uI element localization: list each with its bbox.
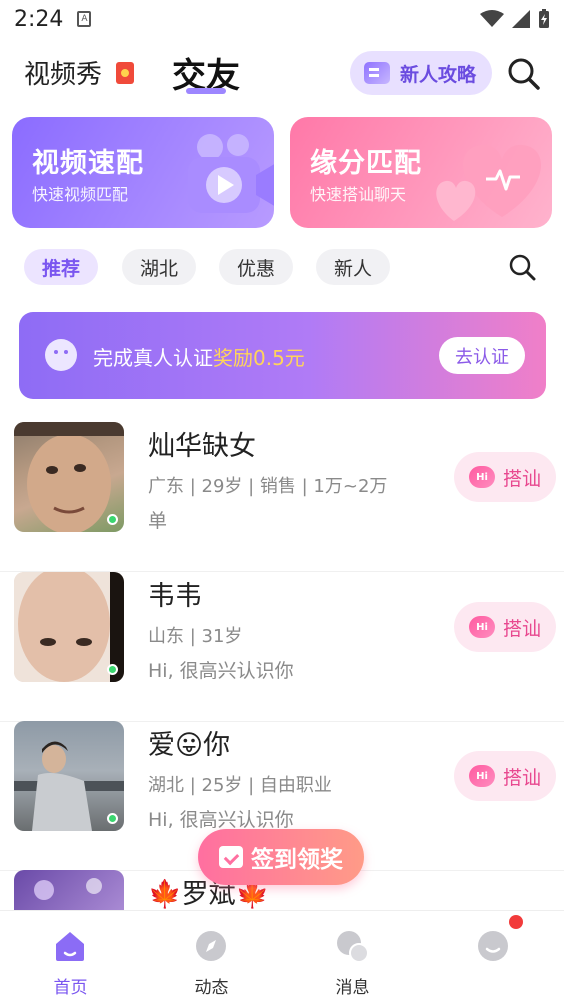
- search-icon[interactable]: [506, 56, 542, 92]
- status-bar: 2:24 A: [0, 0, 564, 38]
- nav-messages-label: 消息: [335, 978, 370, 998]
- user-name: 爱😛你: [148, 730, 231, 761]
- status-time: 2:24: [14, 6, 64, 32]
- nav-profile[interactable]: [423, 911, 564, 1004]
- user-list-item[interactable]: 灿华缺女 广东 | 29岁 | 销售 | 1万~2万 单 Hi 搭讪: [0, 422, 564, 572]
- user-bio: 单: [148, 510, 168, 532]
- fate-match-banner[interactable]: 缘分匹配 快速搭讪聊天: [290, 117, 552, 228]
- nav-messages[interactable]: 消息: [282, 911, 423, 1004]
- hi-bubble-icon: Hi: [468, 466, 495, 488]
- filter-chips: 推荐 湖北 优惠 新人: [0, 249, 564, 287]
- signal-icon: [512, 10, 530, 28]
- wifi-icon: [480, 10, 504, 27]
- nav-moments-label: 动态: [194, 978, 229, 998]
- go-verify-button[interactable]: 去认证: [439, 337, 525, 374]
- greet-button[interactable]: Hi 搭讪: [454, 602, 556, 652]
- greet-button[interactable]: Hi 搭讪: [454, 751, 556, 801]
- video-camera-icon: [188, 134, 274, 213]
- user-name: 韦韦: [148, 581, 202, 612]
- user-list-item[interactable]: 韦韦 山东 | 31岁 Hi, 很高兴认识你 Hi 搭讪: [0, 572, 564, 722]
- filter-chip-newcomer[interactable]: 新人: [316, 249, 390, 285]
- user-info: 山东 | 31岁: [148, 626, 243, 647]
- user-bio: Hi, 很高兴认识你: [148, 660, 294, 682]
- notification-icon: A: [77, 11, 92, 27]
- compass-icon: [196, 931, 226, 961]
- avatar-image: [34, 878, 102, 900]
- newbie-guide-label: 新人攻略: [400, 63, 477, 86]
- filter-chip-discount[interactable]: 优惠: [219, 249, 293, 285]
- hi-bubble-icon: Hi: [468, 616, 495, 638]
- user-info: 湖北 | 25岁 | 自由职业: [148, 775, 332, 796]
- nav-home[interactable]: 首页: [0, 911, 141, 1004]
- verify-text-main: 完成真人认证: [93, 346, 213, 370]
- video-match-banner[interactable]: 视频速配 快速视频匹配: [12, 117, 274, 228]
- greet-label: 搭讪: [502, 617, 541, 640]
- filter-search-icon[interactable]: [508, 253, 536, 281]
- greet-label: 搭讪: [502, 467, 541, 490]
- online-status-dot: [107, 664, 118, 675]
- profile-icon: [478, 931, 508, 961]
- verify-face-icon: [45, 339, 77, 371]
- battery-icon: [539, 9, 549, 28]
- hearts-icon: [436, 144, 541, 221]
- fate-match-subtitle: 快速搭讪聊天: [310, 185, 407, 204]
- sign-in-reward-button[interactable]: 签到领奖: [198, 829, 364, 885]
- top-header: 视频秀 交友 新人攻略: [0, 44, 564, 104]
- video-match-title: 视频速配: [32, 148, 144, 179]
- video-match-subtitle: 快速视频匹配: [32, 185, 129, 204]
- active-tab-indicator: [186, 88, 226, 94]
- user-info: 广东 | 29岁 | 销售 | 1万~2万: [148, 476, 388, 497]
- user-name: 灿华缺女: [148, 431, 256, 462]
- filter-chip-recommended[interactable]: 推荐: [24, 249, 98, 285]
- filter-chip-hubei[interactable]: 湖北: [122, 249, 196, 285]
- real-person-verify-banner[interactable]: 完成真人认证奖励0.5元 去认证: [19, 312, 546, 399]
- guide-book-icon: [364, 62, 390, 84]
- unread-badge-dot: [509, 915, 523, 929]
- verify-text: 完成真人认证奖励0.5元: [93, 342, 305, 371]
- nav-home-label: 首页: [53, 978, 88, 998]
- sign-in-label: 签到领奖: [251, 847, 343, 873]
- greet-button[interactable]: Hi 搭讪: [454, 452, 556, 502]
- nav-moments[interactable]: 动态: [141, 911, 282, 1004]
- greet-label: 搭讪: [502, 766, 541, 789]
- hi-bubble-icon: Hi: [468, 765, 495, 787]
- bottom-navigation: 首页 动态 消息: [0, 910, 564, 1004]
- status-icons: [480, 9, 550, 29]
- red-packet-icon[interactable]: [116, 62, 134, 84]
- tab-video-show[interactable]: 视频秀: [24, 54, 102, 91]
- online-status-dot: [107, 813, 118, 824]
- fate-match-title: 缘分匹配: [310, 148, 422, 179]
- online-status-dot: [107, 514, 118, 525]
- verify-reward: 奖励0.5元: [213, 346, 305, 370]
- calendar-check-icon: [219, 846, 243, 868]
- user-bio: Hi, 很高兴认识你: [148, 809, 294, 831]
- chat-bubbles-icon: [337, 931, 369, 963]
- newbie-guide-button[interactable]: 新人攻略: [350, 51, 492, 95]
- home-icon: [56, 932, 84, 961]
